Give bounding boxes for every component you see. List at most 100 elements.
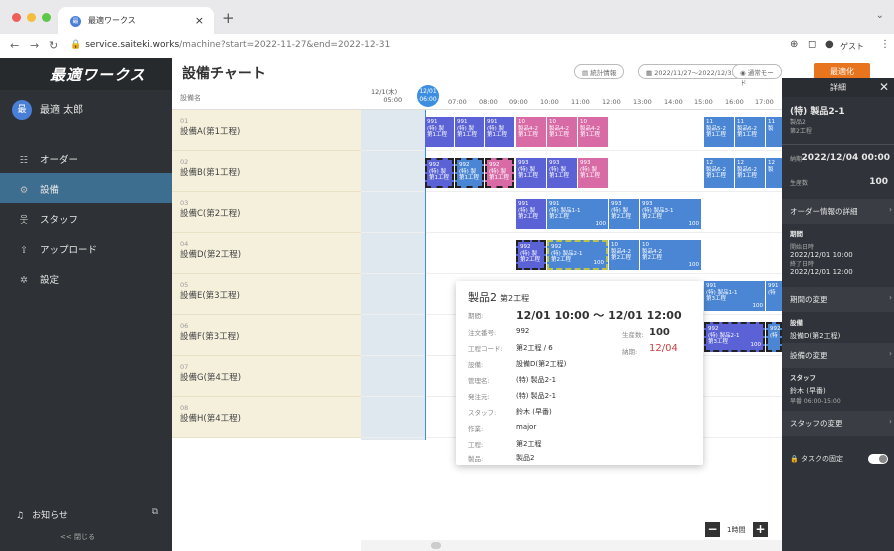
- task-bar[interactable]: 991 (特) 製第1工程: [485, 117, 514, 147]
- machine-number: 04: [180, 240, 189, 248]
- machine-number: 07: [180, 363, 189, 371]
- task-bar[interactable]: 12 製品6-2 第1工程: [735, 158, 765, 188]
- task-bar[interactable]: 991 (特) 製第1工程: [455, 117, 484, 147]
- task-bar[interactable]: 993 (特) 製第2工程: [609, 199, 639, 229]
- task-bar[interactable]: 12 製: [766, 158, 782, 188]
- browser-menu-icon[interactable]: ⋮: [880, 39, 890, 50]
- tab-title: 最適ワークス: [88, 16, 136, 25]
- detail-machine: 設備 設備D(第2工程): [782, 317, 894, 341]
- machine-row[interactable]: 06 設備F(第3工程): [172, 315, 361, 356]
- change-machine-link[interactable]: 設備の変更 ›: [782, 343, 894, 368]
- detail-product: 製品2: [790, 119, 806, 126]
- task-lock-toggle[interactable]: [868, 454, 888, 464]
- machine-row[interactable]: 01 設備A(第1工程): [172, 110, 361, 151]
- app-logo[interactable]: 最適ワークス: [0, 58, 172, 90]
- close-tab-icon[interactable]: ×: [195, 14, 204, 27]
- scrollbar-thumb[interactable]: [431, 542, 441, 549]
- date-range-button[interactable]: ▦ 2022/11/27〜2022/12/31: [638, 64, 744, 79]
- task-bar[interactable]: 993 (特) 製第1工程: [547, 158, 577, 188]
- day-time: 05:00: [383, 96, 403, 104]
- tab-menu-icon[interactable]: ⌄: [876, 10, 884, 21]
- browser-tab[interactable]: 最 最適ワークス ×: [58, 7, 214, 34]
- forward-icon[interactable]: →: [30, 39, 39, 52]
- task-bar[interactable]: 992 (特) 製品2-1 第3工程 100: [704, 322, 765, 352]
- lock-icon: 🔒: [790, 455, 799, 463]
- task-bar[interactable]: 991 (特) 製第1工程: [425, 117, 454, 147]
- zoom-out-button[interactable]: −: [705, 522, 720, 537]
- task-bar[interactable]: 11 製: [766, 117, 782, 147]
- task-bar[interactable]: 11 製品6-2 第1工程: [735, 117, 765, 147]
- task-bar[interactable]: 10 製品4-2 第1工程: [516, 117, 546, 147]
- external-link-icon[interactable]: ⧉: [152, 507, 158, 517]
- user-profile[interactable]: 最最適 太郎: [12, 100, 83, 124]
- detail-header: 詳細 ✕: [782, 78, 894, 97]
- task-bar[interactable]: 992 (特) 製第1工程: [485, 158, 514, 188]
- change-staff-link[interactable]: スタッフの変更 ›: [782, 411, 894, 436]
- minimize-window-icon[interactable]: [27, 13, 36, 22]
- guest-label[interactable]: ゲスト: [840, 41, 864, 52]
- popup-product: 製品2: [468, 291, 497, 304]
- field-value: 設備D(第2工程): [516, 360, 567, 368]
- horizontal-scrollbar[interactable]: [361, 540, 782, 551]
- task-bar[interactable]: 12 製品6-2 第1工程: [704, 158, 734, 188]
- task-bar[interactable]: 992 (特: [766, 322, 782, 352]
- machine-row[interactable]: 08 設備H(第4工程): [172, 397, 361, 438]
- task-bar[interactable]: 991 (特: [766, 281, 782, 311]
- maximize-window-icon[interactable]: [42, 13, 51, 22]
- window-icon[interactable]: ◻: [808, 39, 816, 50]
- task-bar[interactable]: 11 製品5-2 第1工程: [704, 117, 734, 147]
- machine-name: 設備F(第3工程): [180, 332, 240, 342]
- machine-name: 設備H(第4工程): [180, 414, 241, 424]
- task-bar[interactable]: 10 製品4-2 第2工程 100: [640, 240, 701, 270]
- reload-icon[interactable]: ↻: [49, 39, 58, 52]
- machine-row[interactable]: 03 設備C(第2工程): [172, 192, 361, 233]
- task-bar[interactable]: 992 (特) 製品2-1 第2工程 100: [547, 240, 608, 270]
- machine-row[interactable]: 05 設備E(第3工程): [172, 274, 361, 315]
- machine-row[interactable]: 02 設備B(第1工程): [172, 151, 361, 192]
- machine-row[interactable]: 04 設備D(第2工程): [172, 233, 361, 274]
- sidebar-item-staff[interactable]: 웃 スタッフ: [0, 203, 172, 233]
- sidebar-item-machines[interactable]: ⚙ 設備: [0, 173, 172, 203]
- zoom-in-button[interactable]: +: [753, 522, 768, 537]
- collapse-sidebar-button[interactable]: << 閉じる: [60, 532, 95, 542]
- mode-button[interactable]: ◉ 通常モード: [732, 64, 782, 87]
- toggle-knob: [879, 455, 887, 463]
- url-field[interactable]: 🔒 service.saiteki.works/machine?start=202…: [70, 40, 390, 50]
- machine-row[interactable]: 07 設備G(第4工程): [172, 356, 361, 397]
- task-bar[interactable]: 992 (特) 製第1工程: [455, 158, 484, 188]
- new-tab-icon[interactable]: +: [222, 9, 235, 27]
- popup-qty: 100: [649, 327, 670, 338]
- sidebar-item-upload[interactable]: ⇪ アップロード: [0, 233, 172, 263]
- sidebar-item-orders[interactable]: ☷ オーダー: [0, 143, 172, 173]
- stats-button[interactable]: ▤ 統計情報: [574, 64, 625, 79]
- profile-icon[interactable]: ●: [825, 39, 834, 50]
- back-icon[interactable]: ←: [10, 39, 19, 52]
- machine-number: 03: [180, 199, 189, 207]
- machine-name: 設備B(第1工程): [180, 168, 241, 178]
- field-label: 発注元:: [468, 393, 490, 401]
- close-window-icon[interactable]: [12, 13, 21, 22]
- task-bar[interactable]: 993 (特) 製第1工程: [578, 158, 608, 188]
- task-bar[interactable]: 991 (特) 製品1-1 第2工程 100: [547, 199, 608, 229]
- field-value: 第2工程 / 6: [516, 344, 553, 352]
- order-detail-link[interactable]: オーダー情報の詳細 ›: [782, 199, 894, 224]
- close-icon[interactable]: ✕: [879, 78, 889, 97]
- task-bar[interactable]: 992 (特) 製第2工程: [516, 240, 546, 270]
- task-bar[interactable]: 10 製品4-2 第1工程: [578, 117, 608, 147]
- task-bar[interactable]: 991 (特) 製品1-1 第3工程 100: [704, 281, 765, 311]
- machine-name: 設備G(第4工程): [180, 373, 242, 383]
- change-period-link[interactable]: 期間の変更 ›: [782, 287, 894, 312]
- task-bar[interactable]: 993 (特) 製第1工程: [516, 158, 546, 188]
- hour-tick: 09:00: [509, 98, 528, 106]
- zoom-icon[interactable]: ⊕: [790, 39, 798, 50]
- stats-label: 統計情報: [590, 69, 617, 77]
- task-bar[interactable]: 993 (特) 製品3-1 第2工程 100: [640, 199, 701, 229]
- start-value: 2022/12/01 10:00: [790, 251, 853, 259]
- task-bar[interactable]: 10 製品4-2 第1工程: [547, 117, 577, 147]
- task-bar[interactable]: 10 製品4-2 第2工程: [609, 240, 639, 270]
- task-bar[interactable]: 992 (特) 製第1工程: [425, 158, 454, 188]
- chevron-right-icon: ›: [889, 293, 892, 302]
- sidebar-item-settings[interactable]: ✲ 設定: [0, 263, 172, 293]
- task-bar[interactable]: 991 (特) 製第2工程: [516, 199, 546, 229]
- notifications-link[interactable]: ♫ お知らせ ⧉: [0, 498, 172, 531]
